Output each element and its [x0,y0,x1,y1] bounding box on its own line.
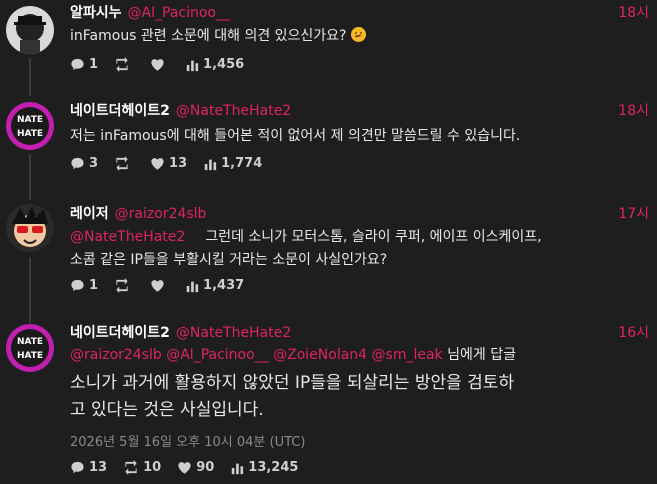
reply-count: 1 [89,57,99,72]
svg-text:NATE: NATE [17,337,43,347]
tweet-text: inFamous 관련 소문에 대해 의견 있으신가요? [70,25,650,48]
views-count: 1,774 [221,156,263,171]
timestamp[interactable]: 18시 [618,100,649,120]
retweet-button[interactable] [114,278,134,293]
like-count: 13 [169,156,188,171]
action-bar: 1 1,437 [70,278,244,293]
tweet-text-line-1: 소니가 과거에 활용하지 않았던 IP들을 되살리는 방안을 검토하 [70,373,515,393]
retweet-icon [116,278,128,293]
retweet-button[interactable] [114,57,134,72]
heart-icon [151,59,164,71]
tweet-text: @NateTheHate2 그런데 소니가 모터스톰, 슬라이 쿠퍼, 에이프 이… [70,226,650,272]
retweet-icon [116,57,128,72]
mention-link[interactable]: @Al_Pacinoo__ [166,347,268,363]
mention-link[interactable]: @sm_leak [372,347,443,363]
author-handle[interactable]: @raizor24slb [115,206,207,222]
action-bar: 3 13 1,774 [70,156,262,171]
action-bar: 13 10 90 13,245 [70,460,298,475]
thinking-face-icon [350,27,366,42]
reply-button[interactable]: 1 [70,278,98,293]
author-name[interactable]: 레이저 [70,206,109,222]
retweet-button[interactable] [114,156,134,171]
views-button[interactable]: 1,774 [203,156,262,171]
avatar[interactable]: NATE HATE [6,324,54,372]
avatar[interactable] [6,6,54,54]
retweet-button[interactable]: 10 [123,460,161,475]
timestamp[interactable]: 18시 [618,2,649,22]
views-count: 1,437 [203,278,245,293]
like-button[interactable]: 90 [177,460,214,475]
views-count: 13,245 [248,460,299,475]
author-name[interactable]: 알파시누 [70,5,122,21]
svg-text:HATE: HATE [17,129,43,139]
bar-chart-icon [186,281,199,292]
bar-chart-icon [204,159,217,170]
reply-context: @raizor24slb @Al_Pacinoo__ @ZoieNolan4 @… [70,344,650,367]
views-button[interactable]: 13,245 [230,460,298,475]
post-date[interactable]: 2026년 5월 16일 오후 10시 04분 (UTC) [70,431,305,450]
like-button[interactable] [150,278,169,293]
views-button[interactable]: 1,456 [185,57,244,72]
bar-chart-icon [186,60,199,71]
views-button[interactable]: 1,437 [185,278,244,293]
reply-icon [71,461,84,474]
thread-line [29,154,31,200]
tweet-text-line-2: 고 있다는 것은 사실입니다. [70,400,264,420]
author-name[interactable]: 네이트더헤이트2 [70,103,170,119]
svg-text:HATE: HATE [17,351,43,361]
tweet-text: 소니가 과거에 활용하지 않았던 IP들을 되살리는 방안을 검토하 고 있다는… [70,370,650,424]
tweet-text-line-1: 그런데 소니가 모터스톰, 슬라이 쿠퍼, 에이프 이스케이프, [205,229,542,245]
bar-chart-icon [232,463,244,474]
author-handle[interactable]: @NateTheHate2 [176,103,291,119]
heart-icon [178,462,191,474]
reply-button[interactable]: 3 [70,156,98,171]
thread-line [29,257,31,323]
tweet-text-line-2: 소콤 같은 IP들을 부활시킬 거라는 소문이 사실인가요? [70,252,388,268]
retweet-icon [116,156,128,171]
reply-icon [71,279,84,292]
tweet-text: 저는 inFamous에 대해 들어본 적이 없어서 제 의견만 말씀드릴 수 … [70,128,521,144]
heart-icon [151,158,164,170]
timestamp[interactable]: 16시 [618,322,649,342]
thread-line [29,58,31,96]
reply-button[interactable]: 1 [70,57,98,72]
retweet-icon [125,460,137,475]
reply-count: 3 [89,156,99,171]
reply-suffix: 님에게 답글 [447,347,516,363]
svg-text:NATE: NATE [17,115,43,125]
like-count: 90 [196,460,215,475]
author-name[interactable]: 네이트더헤이트2 [70,325,170,341]
mention-link[interactable]: @NateTheHate2 [70,229,185,245]
heart-icon [151,280,164,292]
retweet-count: 10 [143,460,162,475]
avatar[interactable] [6,204,54,252]
reply-icon [71,157,84,170]
avatar[interactable]: NATE HATE [6,102,54,150]
reply-count: 1 [89,278,99,293]
mention-link[interactable]: @raizor24slb [70,347,162,363]
author-handle[interactable]: @NateTheHate2 [176,325,291,341]
like-button[interactable] [150,57,169,72]
reply-icon [71,58,84,71]
reply-button[interactable]: 13 [70,460,107,475]
action-bar: 1 1,456 [70,57,244,72]
tweet-text-content: inFamous 관련 소문에 대해 의견 있으신가요? [70,28,347,44]
like-button[interactable]: 13 [150,156,187,171]
author-handle[interactable]: @Al_Pacinoo__ [128,5,230,21]
views-count: 1,456 [203,57,245,72]
timestamp[interactable]: 17시 [618,203,649,223]
mention-link[interactable]: @ZoieNolan4 [273,347,367,363]
reply-count: 13 [89,460,108,475]
